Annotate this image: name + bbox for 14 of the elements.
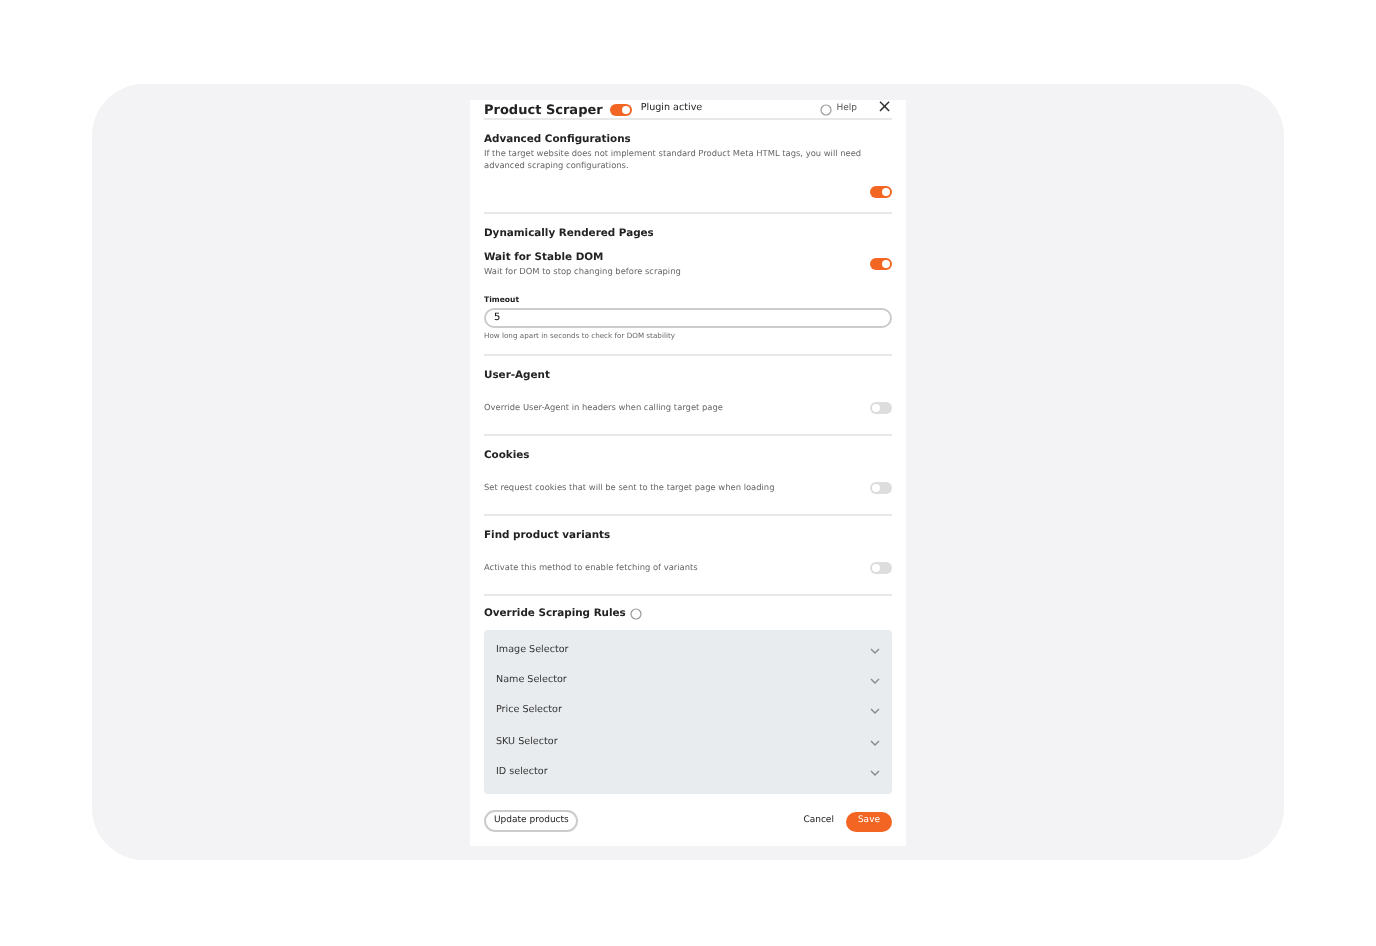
toggle-switch[interactable] (870, 561, 892, 574)
chevron-down-icon (870, 708, 880, 715)
toggle-switch[interactable] (870, 186, 892, 199)
chevron-down-icon (870, 739, 880, 746)
toggle-switch[interactable] (870, 481, 892, 494)
toggle-switch[interactable] (870, 401, 892, 414)
info-icon (629, 607, 642, 620)
toggle-switch[interactable] (870, 258, 892, 271)
help-icon (820, 103, 833, 116)
chevron-down-icon (870, 769, 880, 776)
toggle-switch[interactable] (610, 103, 633, 116)
chevron-down-icon (870, 677, 880, 684)
chevron-down-icon (870, 647, 880, 654)
close-button[interactable]: × (876, 100, 892, 119)
